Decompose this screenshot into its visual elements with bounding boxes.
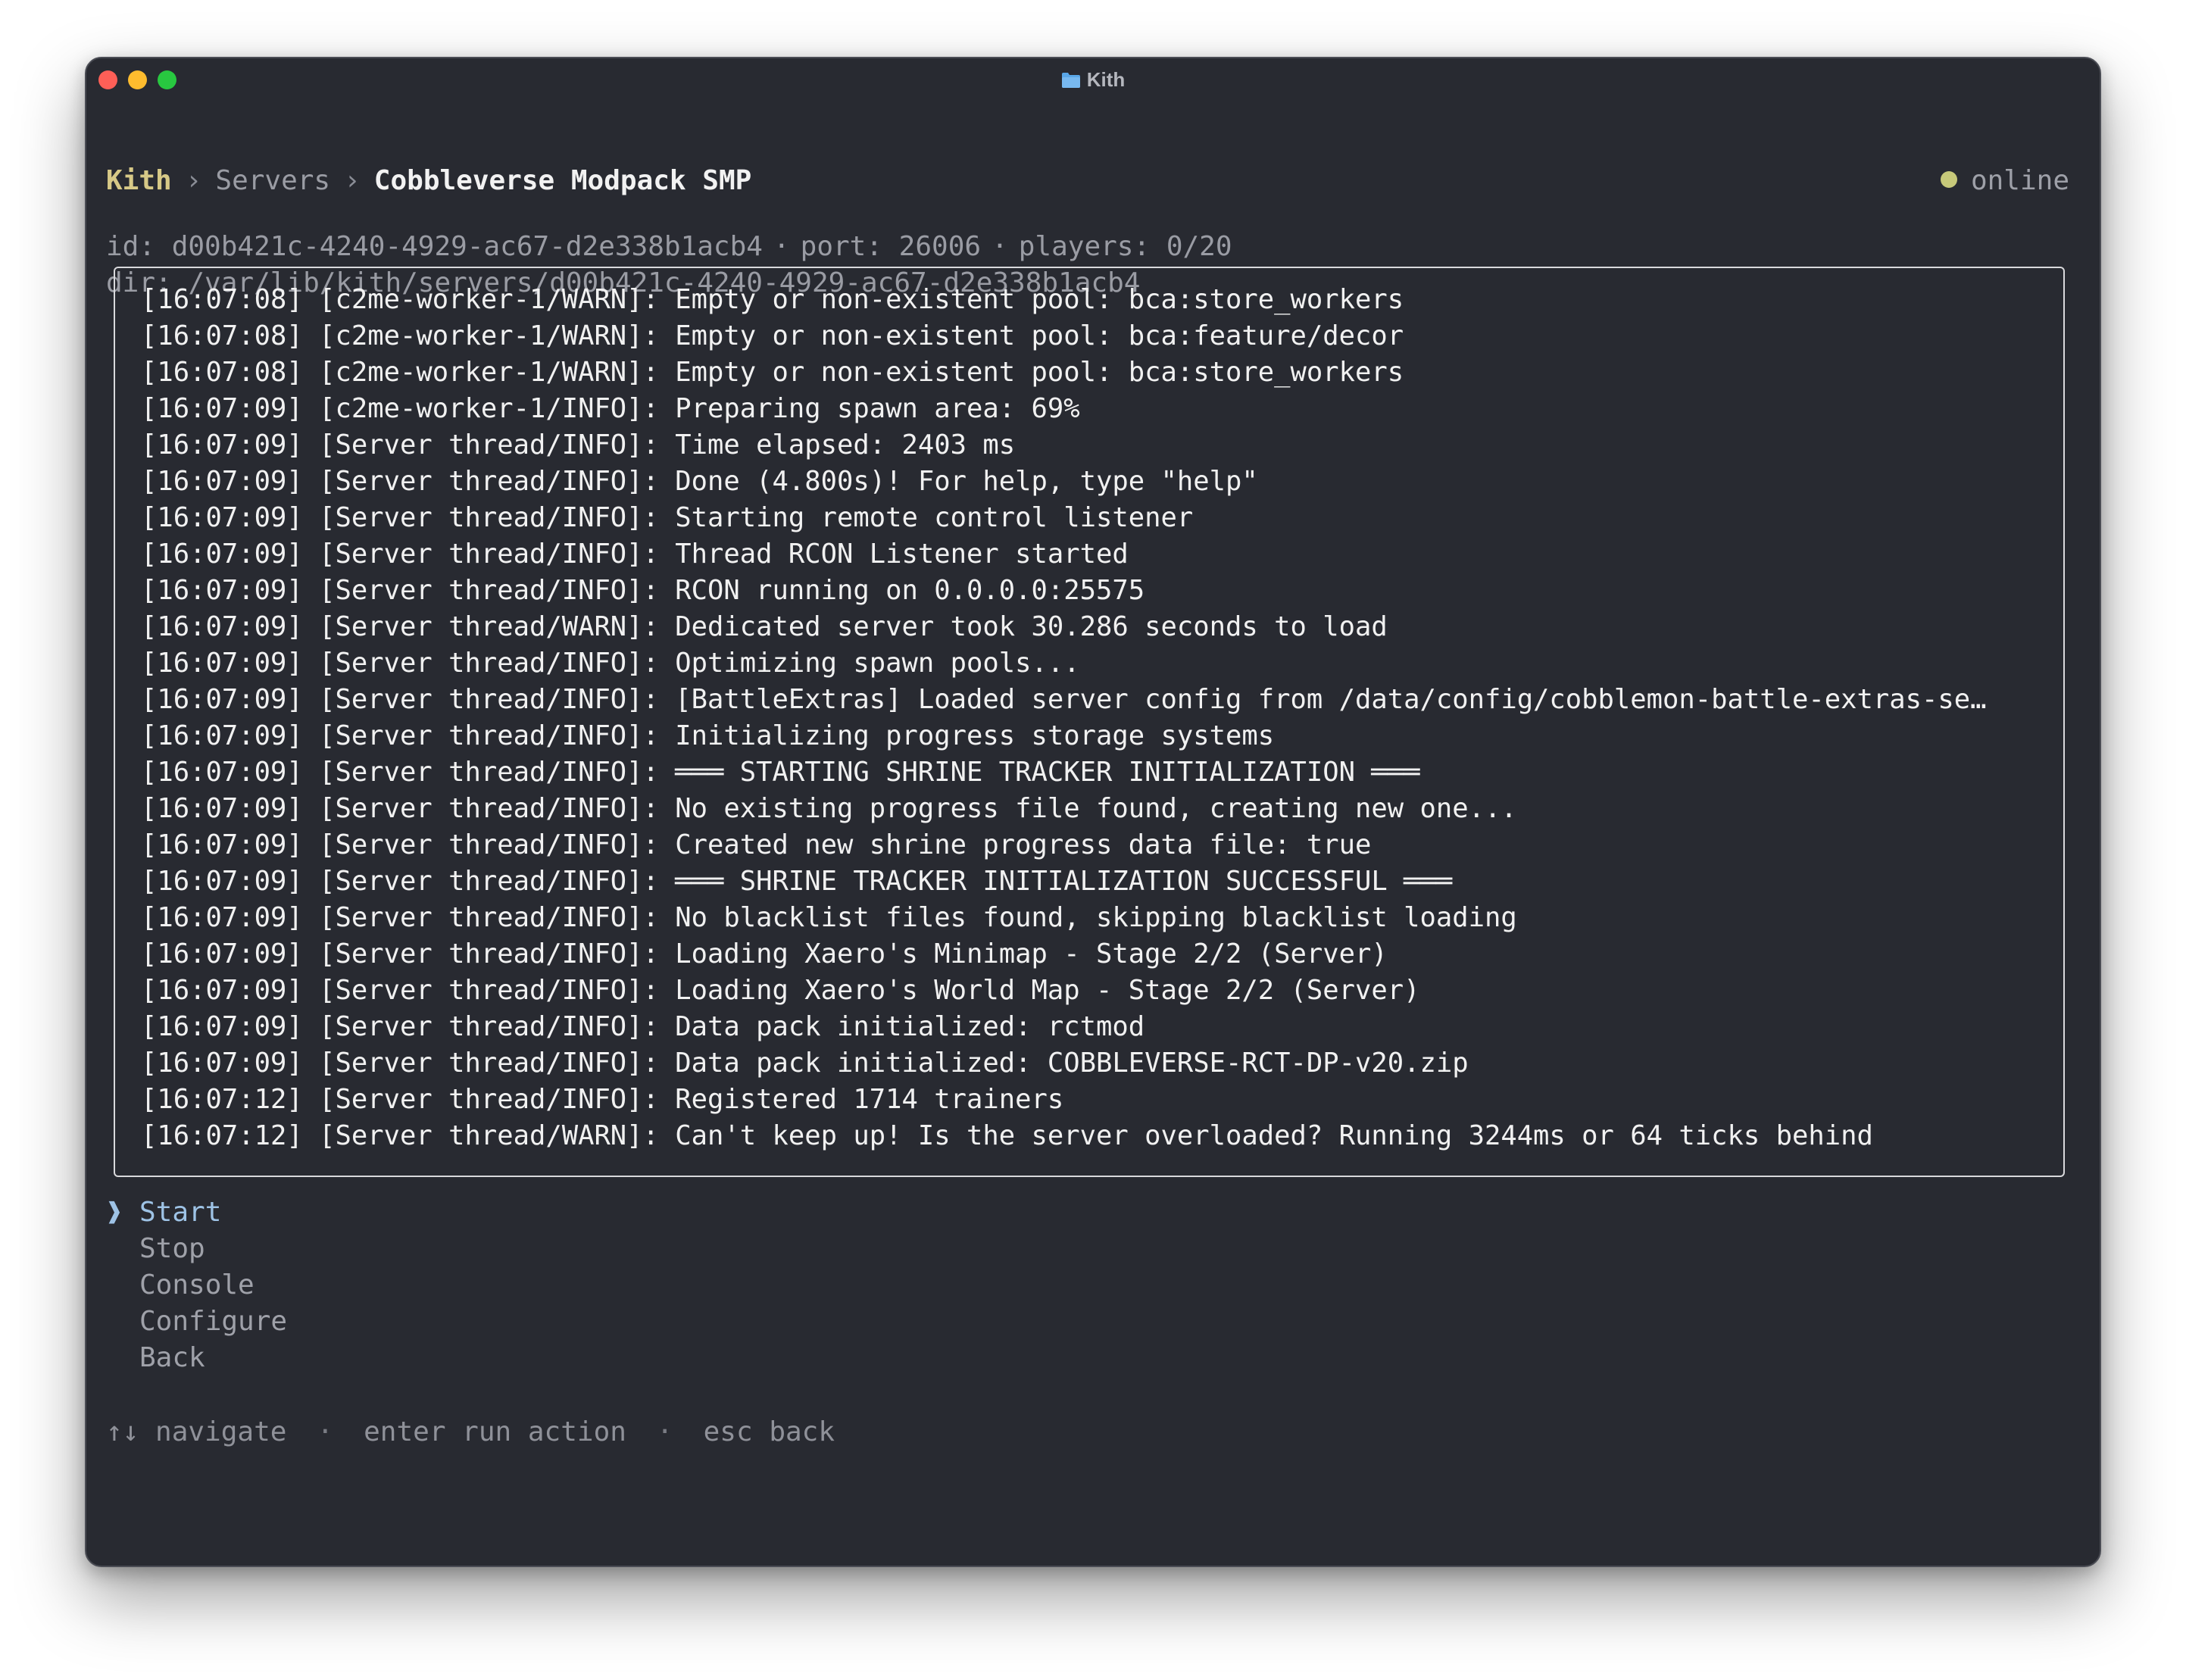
terminal-window: Kith Kith › Servers › Cobbleverse Modpack SM… xyxy=(85,57,2101,1567)
menu-item-configure[interactable]: Configure xyxy=(106,1304,287,1340)
title-bar: Kith xyxy=(86,58,2100,101)
action-menu: ❱ Start Stop Console Configure Back xyxy=(106,1194,287,1376)
help-desc: run action xyxy=(445,1416,626,1447)
log-line: [16:07:09] [Server thread/INFO]: No blac… xyxy=(141,902,1517,933)
menu-item-label: Start xyxy=(139,1197,222,1228)
menu-item-label: Console xyxy=(139,1269,255,1301)
meta-line-1: id: d00b421c-4240-4929-ac67-d2e338b1acb4… xyxy=(106,229,2069,265)
status-badge: online xyxy=(1940,157,2069,205)
menu-item-back[interactable]: Back xyxy=(106,1340,287,1376)
log-line: [16:07:09] [Server thread/INFO]: ═══ SHR… xyxy=(141,866,1453,897)
help-desc: back xyxy=(752,1416,835,1447)
window-title-text: Kith xyxy=(1086,68,1126,91)
log-line: [16:07:09] [Server thread/INFO]: RCON ru… xyxy=(141,575,1145,606)
help-key: esc xyxy=(703,1416,753,1447)
log-line: [16:07:09] [Server thread/INFO]: Data pa… xyxy=(141,1048,1469,1079)
log-line: [16:07:09] [Server thread/INFO]: Created… xyxy=(141,829,1372,860)
server-id: id: d00b421c-4240-4929-ac67-d2e338b1acb4 xyxy=(106,231,763,262)
breadcrumb-servers: Servers xyxy=(215,165,331,196)
help-separator: · xyxy=(656,1416,673,1447)
log-line: [16:07:09] [Server thread/WARN]: Dedicat… xyxy=(141,611,1388,642)
log-line: [16:07:09] [Server thread/INFO]: Loading… xyxy=(141,938,1388,970)
meta-separator: · xyxy=(992,231,1008,262)
log-line: [16:07:09] [Server thread/INFO]: Startin… xyxy=(141,502,1194,533)
log-line: [16:07:12] [Server thread/INFO]: Registe… xyxy=(141,1084,1064,1115)
selection-cursor-icon: ❱ xyxy=(106,1197,123,1228)
log-line: [16:07:09] [Server thread/INFO]: Loading… xyxy=(141,975,1420,1006)
log-line: [16:07:09] [Server thread/INFO]: Optimiz… xyxy=(141,648,1080,679)
menu-item-label: Stop xyxy=(139,1233,205,1264)
meta-separator: · xyxy=(773,231,790,262)
log-line: [16:07:08] [c2me-worker-1/WARN]: Empty o… xyxy=(141,357,1404,388)
log-line: [16:07:09] [Server thread/INFO]: ═══ STA… xyxy=(141,757,1420,788)
log-line: [16:07:09] [Server thread/INFO]: [Battle… xyxy=(141,684,1987,715)
log-line: [16:07:08] [c2me-worker-1/WARN]: Empty o… xyxy=(141,284,1404,315)
log-line: [16:07:09] [Server thread/INFO]: Initial… xyxy=(141,720,1275,751)
log-line: [16:07:09] [Server thread/INFO]: Data pa… xyxy=(141,1011,1145,1042)
log-line: [16:07:09] [Server thread/INFO]: Thread … xyxy=(141,539,1129,570)
help-key: ↑↓ xyxy=(106,1416,139,1447)
breadcrumb-separator: › xyxy=(344,165,361,196)
menu-item-label: Back xyxy=(139,1342,205,1373)
menu-item-label: Configure xyxy=(139,1306,288,1337)
menu-item-stop[interactable]: Stop xyxy=(106,1231,287,1267)
breadcrumb: Kith › Servers › Cobbleverse Modpack SMP onl… xyxy=(106,157,2069,205)
server-players: players: 0/20 xyxy=(1018,231,1232,262)
help-separator: · xyxy=(317,1416,334,1447)
menu-item-console[interactable]: Console xyxy=(106,1267,287,1304)
window-title: Kith xyxy=(86,64,2100,95)
page-title: Cobbleverse Modpack SMP xyxy=(373,165,752,196)
log-line: [16:07:09] [Server thread/INFO]: Time el… xyxy=(141,429,1016,461)
log-line: [16:07:12] [Server thread/WARN]: Can't k… xyxy=(141,1120,1873,1151)
server-port: port: 26006 xyxy=(800,231,982,262)
menu-item-start[interactable]: ❱ Start xyxy=(106,1194,287,1231)
log-line: [16:07:09] [c2me-worker-1/INFO]: Prepari… xyxy=(141,393,1080,424)
log-line: [16:07:09] [Server thread/INFO]: Done (4… xyxy=(141,466,1258,497)
status-label: online xyxy=(1970,165,2069,196)
status-dot-icon xyxy=(1940,171,1957,188)
console-log[interactable]: [16:07:08] [c2me-worker-1/WARN]: Empty o… xyxy=(114,267,2065,1177)
log-line: [16:07:08] [c2me-worker-1/WARN]: Empty o… xyxy=(141,320,1404,351)
log-line: [16:07:09] [Server thread/INFO]: No exis… xyxy=(141,793,1517,824)
help-desc: navigate xyxy=(139,1416,287,1447)
help-bar: ↑↓ navigate · enter run action · esc back xyxy=(106,1414,835,1450)
help-key: enter xyxy=(364,1416,446,1447)
breadcrumb-root: Kith xyxy=(106,165,172,196)
folder-icon xyxy=(1061,73,1080,88)
breadcrumb-separator: › xyxy=(185,165,202,196)
